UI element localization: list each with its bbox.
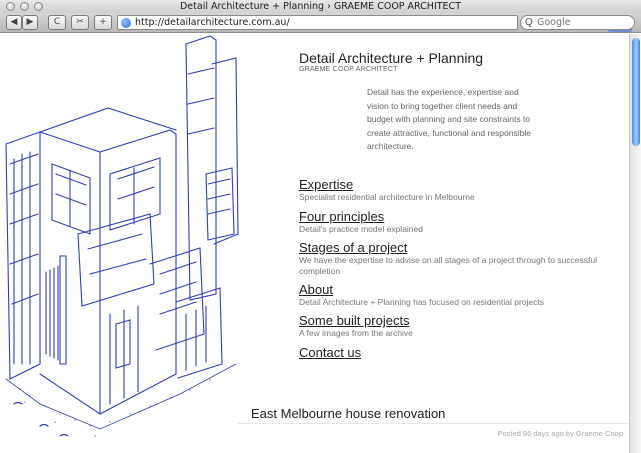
post-footer: Posted 96 days ago by Graeme Coop <box>238 423 629 441</box>
reload-button[interactable]: C <box>48 15 66 30</box>
scrollbar-thumb[interactable] <box>632 38 640 146</box>
nav-item-built-projects: Some built projects A few images from th… <box>299 313 629 339</box>
globe-icon <box>121 18 131 28</box>
post-meta: Posted 96 days ago by Graeme Coop <box>497 429 624 438</box>
search-box[interactable]: Q <box>520 15 635 30</box>
add-bookmark-button[interactable]: + <box>94 15 112 30</box>
nav-item-four-principles: Four principles Detail's practice model … <box>299 209 629 235</box>
nav-desc: We have the expertise to advise on all s… <box>299 255 597 276</box>
nav-desc: Detail's practice model explained <box>299 224 423 234</box>
window-title: Detail Architecture + Planning › GRAEME … <box>179 1 461 12</box>
nav-item-about: About Detail Architecture + Planning has… <box>299 282 629 308</box>
nav-link-built-projects[interactable]: Some built projects <box>299 313 629 328</box>
plus-icon: + <box>99 17 107 27</box>
site-subtitle: GRAEME COOP ARCHITECT <box>299 66 398 73</box>
window-titlebar: Detail Architecture + Planning › GRAEME … <box>0 0 641 13</box>
search-input[interactable] <box>537 16 632 29</box>
nav-link-four-principles[interactable]: Four principles <box>299 209 629 224</box>
nav-item-stages: Stages of a project We have the expertis… <box>299 240 629 276</box>
back-arrow-icon: ◀ <box>10 17 18 27</box>
snip-button[interactable]: ✂ <box>71 15 89 30</box>
forward-arrow-icon: ▶ <box>26 17 34 27</box>
site-title[interactable]: Detail Architecture + Planning <box>299 50 483 66</box>
forward-button[interactable]: ▶ <box>22 15 38 30</box>
nav-link-about[interactable]: About <box>299 282 629 297</box>
address-text[interactable]: http://detailarchitecture.com.au/ <box>135 17 290 29</box>
back-button[interactable]: ◀ <box>6 15 22 30</box>
nav-desc: Detail Architecture + Planning has focus… <box>299 297 544 307</box>
scissors-icon: ✂ <box>76 17 84 27</box>
close-window-button[interactable] <box>6 2 15 11</box>
nav-item-contact: Contact us <box>299 345 629 360</box>
post-title[interactable]: East Melbourne house renovation <box>251 406 445 421</box>
nav-desc: A few images from the archive <box>299 328 413 338</box>
address-bar[interactable]: http://detailarchitecture.com.au/ RSS <box>117 15 633 32</box>
browser-toolbar: ◀ ▶ C ✂ + http://detailarchitecture.com.… <box>0 13 641 33</box>
nav-item-expertise: Expertise Specialist residential archite… <box>299 177 629 203</box>
intro-paragraph: Detail has the experience, expertise and… <box>367 87 531 152</box>
nav-link-contact[interactable]: Contact us <box>299 345 629 360</box>
vertical-scrollbar[interactable] <box>629 34 641 453</box>
nav-desc: Specialist residential architecture in M… <box>299 192 475 202</box>
minimize-window-button[interactable] <box>20 2 29 11</box>
nav-link-stages[interactable]: Stages of a project <box>299 240 629 255</box>
reload-icon: C <box>53 17 61 27</box>
zoom-window-button[interactable] <box>34 2 43 11</box>
page-content: Detail Architecture + Planning GRAEME CO… <box>0 34 629 453</box>
architectural-sketch-image <box>5 35 239 437</box>
search-icon[interactable]: Q <box>525 16 533 29</box>
nav-link-expertise[interactable]: Expertise <box>299 177 629 192</box>
